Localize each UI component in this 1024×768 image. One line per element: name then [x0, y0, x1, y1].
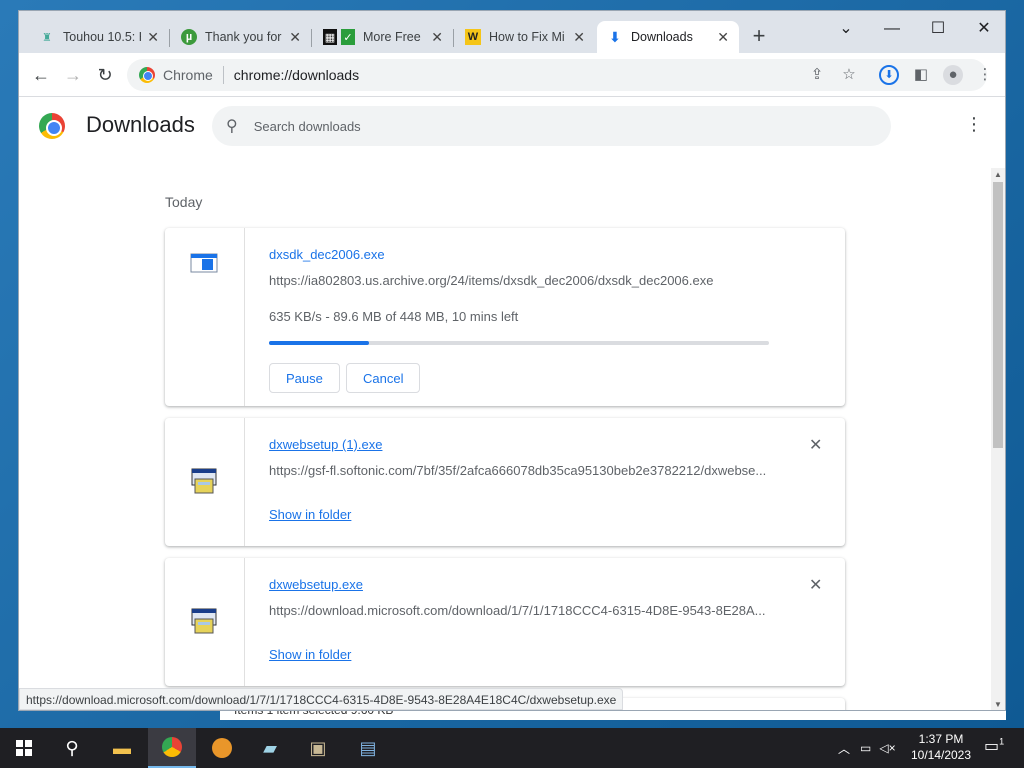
notepad-icon[interactable]: ▰ [246, 728, 294, 768]
notification-count: 1 [999, 736, 1005, 747]
file-name-link[interactable]: dxsdk_dec2006.exe [269, 247, 385, 262]
page-title: Downloads [86, 112, 195, 137]
download-favicon-icon: ⬇ [609, 28, 621, 45]
file-name-link[interactable]: dxwebsetup.exe [269, 577, 363, 592]
tab-touhou[interactable]: ♜ Touhou 10.5: H ✕ [29, 21, 169, 53]
checkerboard-favicon-icon: ▦ [323, 29, 337, 45]
tab-more-free[interactable]: ▦ ✓ More Free ✕ [313, 21, 453, 53]
tab-separator [169, 29, 170, 47]
pause-button[interactable]: Pause [269, 363, 340, 393]
scroll-thumb[interactable] [993, 182, 1003, 448]
archive-icon[interactable]: ▣ [294, 728, 342, 768]
new-tab-button[interactable]: + [747, 25, 771, 49]
installer-file-icon [191, 608, 217, 634]
search-icon[interactable]: ⚲ [48, 728, 96, 768]
side-panel-icon[interactable]: ◧ [911, 65, 931, 85]
cancel-button[interactable]: Cancel [346, 363, 421, 393]
chevron-up-icon[interactable]: ︿ [838, 740, 850, 757]
file-source-url[interactable]: https://download.microsoft.com/download/… [269, 603, 769, 618]
maximize-button[interactable]: ☐ [915, 15, 961, 43]
file-source-url[interactable]: https://ia802803.us.archive.org/24/items… [269, 273, 769, 288]
utorrent-favicon-icon: µ [181, 29, 197, 45]
date-group-label: Today [165, 194, 203, 210]
chrome-window: ♜ Touhou 10.5: H ✕ µ Thank you for ✕ ▦ ✓… [18, 10, 1006, 711]
clock-date: 10/14/2023 [910, 748, 972, 762]
tab-how-to-fix[interactable]: W How to Fix Mi ✕ [455, 21, 595, 53]
download-status: 635 KB/s - 89.6 MB of 448 MB, 10 mins le… [269, 309, 519, 324]
checkbox-favicon-icon: ✓ [341, 29, 355, 45]
search-icon: ⚲ [226, 118, 238, 135]
close-window-button[interactable]: ✕ [961, 15, 1005, 43]
close-icon[interactable]: ✕ [147, 29, 159, 46]
omnibox-divider [222, 66, 224, 84]
system-clock[interactable]: 1:37 PM 10/14/2023 [906, 731, 976, 763]
close-icon[interactable]: ✕ [573, 29, 585, 46]
chrome-taskbar-icon[interactable] [148, 728, 196, 768]
installer-file-icon [191, 468, 217, 494]
download-progress-icon[interactable]: ⬇ [879, 65, 899, 85]
progress-fill [269, 341, 369, 345]
close-icon[interactable]: ✕ [431, 29, 443, 46]
chrome-logo-icon [39, 113, 65, 139]
minimize-button[interactable]: — [869, 15, 915, 43]
file-name-link[interactable]: dxwebsetup (1).exe [269, 437, 382, 452]
origin-chip: Chrome [163, 67, 213, 83]
scrollbar[interactable]: ▲ ▼ [991, 168, 1005, 710]
notification-center-icon[interactable]: ▭1 [984, 736, 1004, 756]
scroll-down-arrow-icon[interactable]: ▼ [994, 700, 1002, 709]
windows-start-icon[interactable] [0, 728, 48, 768]
installer-icon[interactable]: ▤ [344, 728, 392, 768]
downloads-page: Downloads ⚲ ⋮ ▲ ▼ Today dxsdk_dec2006.ex… [19, 98, 1005, 710]
network-icon[interactable]: ▭ [860, 741, 871, 755]
downloads-header: Downloads ⚲ ⋮ [19, 98, 1005, 154]
download-item: dxsdk_dec2006.exe https://ia802803.us.ar… [165, 228, 845, 406]
tab-separator [453, 29, 454, 47]
exe-file-icon [190, 253, 218, 273]
tab-search-button[interactable]: ⌄ [823, 15, 869, 43]
close-icon[interactable]: ✕ [289, 29, 301, 46]
game-launcher-icon[interactable] [198, 728, 246, 768]
file-icon-column [165, 228, 245, 406]
download-item: dxwebsetup.exe https://download.microsof… [165, 558, 845, 686]
scroll-up-arrow-icon[interactable]: ▲ [994, 170, 1002, 179]
clock-time: 1:37 PM [918, 732, 964, 746]
link-hover-status-bubble: https://download.microsoft.com/download/… [19, 688, 624, 710]
file-source-url[interactable]: https://gsf-fl.softonic.com/7bf/35f/2afc… [269, 463, 769, 478]
chrome-icon [139, 67, 155, 83]
taskbar: ⚲ ▬ ▰ ▣ ▤ ︿ ▭ ◁× 1:37 PM 10/14/2023 ▭1 [0, 728, 1024, 768]
remove-item-close-icon[interactable]: ✕ [809, 575, 822, 595]
back-button[interactable]: ← [29, 63, 53, 87]
download-item: dxwebsetup (1).exe https://gsf-fl.softon… [165, 418, 845, 546]
file-icon-column [165, 558, 245, 686]
show-in-folder-link[interactable]: Show in folder [269, 507, 351, 522]
search-downloads-box[interactable]: ⚲ [212, 106, 891, 146]
menu-kebab-icon[interactable]: ⋮ [975, 65, 995, 85]
tab-separator [311, 29, 312, 47]
remove-item-close-icon[interactable]: ✕ [809, 435, 822, 455]
share-icon[interactable]: ⇪ [807, 65, 827, 85]
w-favicon-icon: W [465, 29, 481, 45]
forward-button[interactable]: → [61, 63, 85, 87]
file-icon-column [165, 418, 245, 546]
tab-strip: ♜ Touhou 10.5: H ✕ µ Thank you for ✕ ▦ ✓… [19, 11, 1005, 53]
tab-thank-you[interactable]: µ Thank you for ✕ [171, 21, 311, 53]
touhou-favicon-icon: ♜ [42, 31, 52, 44]
volume-muted-icon[interactable]: ◁× [879, 741, 895, 755]
more-actions-icon[interactable]: ⋮ [965, 114, 983, 135]
progress-bar [269, 341, 769, 345]
bookmark-star-icon[interactable]: ☆ [839, 65, 859, 85]
reload-button[interactable]: ↻ [93, 63, 117, 87]
tray-icons: ︿ ▭ ◁× [838, 728, 896, 768]
url-text[interactable]: chrome://downloads [234, 67, 359, 83]
search-input[interactable] [253, 118, 814, 134]
show-in-folder-link[interactable]: Show in folder [269, 647, 351, 662]
file-explorer-icon[interactable]: ▬ [98, 728, 146, 768]
tab-downloads[interactable]: ⬇ Downloads ✕ [597, 21, 739, 53]
close-icon[interactable]: ✕ [717, 29, 729, 46]
browser-toolbar: ← → ↻ Chrome chrome://downloads ⇪ ☆ ⬇ ◧ … [19, 53, 1005, 97]
profile-avatar-icon[interactable]: ● [943, 65, 963, 85]
